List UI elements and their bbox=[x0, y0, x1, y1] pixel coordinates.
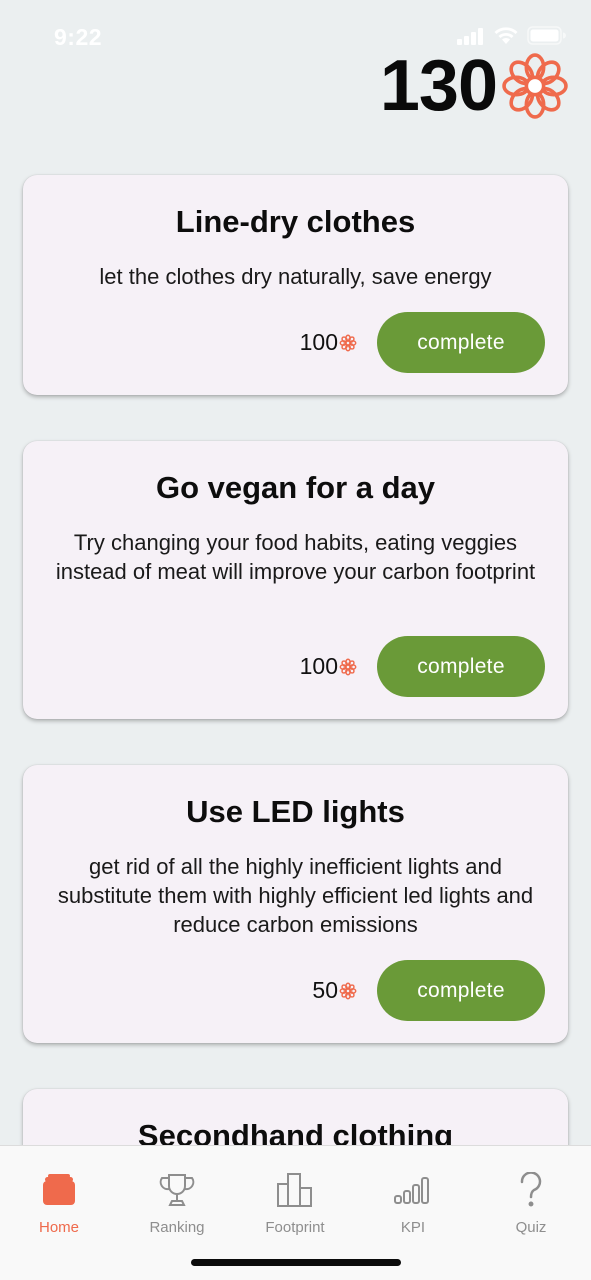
flower-icon bbox=[339, 982, 357, 999]
task-description: let the clothes dry naturally, save ener… bbox=[99, 264, 492, 289]
home-indicator bbox=[191, 1259, 401, 1266]
task-footer: 100 complete bbox=[300, 312, 545, 373]
bar-chart-icon bbox=[275, 1170, 315, 1210]
flower-icon bbox=[339, 334, 357, 351]
tab-home[interactable]: Home bbox=[0, 1170, 118, 1240]
complete-button[interactable]: complete bbox=[377, 636, 545, 697]
task-list[interactable]: Line-dry clothes let the clothes dry nat… bbox=[0, 0, 591, 1145]
tab-quiz[interactable]: Quiz bbox=[472, 1170, 590, 1240]
task-description: Try changing your food habits, eating ve… bbox=[55, 530, 536, 584]
task-footer: 100 complete bbox=[300, 636, 545, 697]
task-title: Line-dry clothes bbox=[175, 204, 416, 239]
task-card-led-lights: Use LED lights get rid of all the highly… bbox=[23, 765, 568, 1043]
tab-kpi[interactable]: KPI bbox=[354, 1170, 472, 1240]
complete-button[interactable]: complete bbox=[377, 960, 545, 1021]
flower-icon bbox=[339, 658, 357, 675]
task-points: 100 bbox=[300, 329, 357, 356]
tab-label: Quiz bbox=[515, 1219, 547, 1236]
task-points-value: 50 bbox=[312, 977, 338, 1003]
complete-button[interactable]: complete bbox=[377, 312, 545, 373]
task-points: 100 bbox=[300, 653, 357, 680]
task-title: Secondhand clothing bbox=[137, 1118, 454, 1145]
tab-label: Home bbox=[38, 1219, 79, 1236]
task-title: Use LED lights bbox=[186, 794, 405, 829]
question-icon bbox=[511, 1170, 551, 1210]
tab-label: KPI bbox=[400, 1219, 426, 1236]
signal-bars-icon bbox=[393, 1170, 433, 1210]
task-title: Go vegan for a day bbox=[155, 470, 436, 505]
task-card-line-dry: Line-dry clothes let the clothes dry nat… bbox=[23, 175, 568, 395]
task-points-value: 100 bbox=[299, 329, 338, 355]
task-description: get rid of all the highly inefficient li… bbox=[57, 854, 534, 937]
tab-footprint[interactable]: Footprint bbox=[236, 1170, 354, 1240]
task-points-value: 100 bbox=[299, 653, 338, 679]
tab-label: Ranking bbox=[149, 1219, 205, 1236]
task-card-go-vegan: Go vegan for a day Try changing your foo… bbox=[23, 441, 568, 719]
task-footer: 50 complete bbox=[312, 960, 545, 1021]
task-points: 50 bbox=[312, 977, 357, 1004]
home-icon bbox=[39, 1170, 79, 1210]
tab-label: Footprint bbox=[265, 1219, 325, 1236]
task-card-secondhand-clothing: Secondhand clothing bbox=[23, 1089, 568, 1145]
trophy-icon bbox=[157, 1170, 197, 1210]
tab-ranking[interactable]: Ranking bbox=[118, 1170, 236, 1240]
